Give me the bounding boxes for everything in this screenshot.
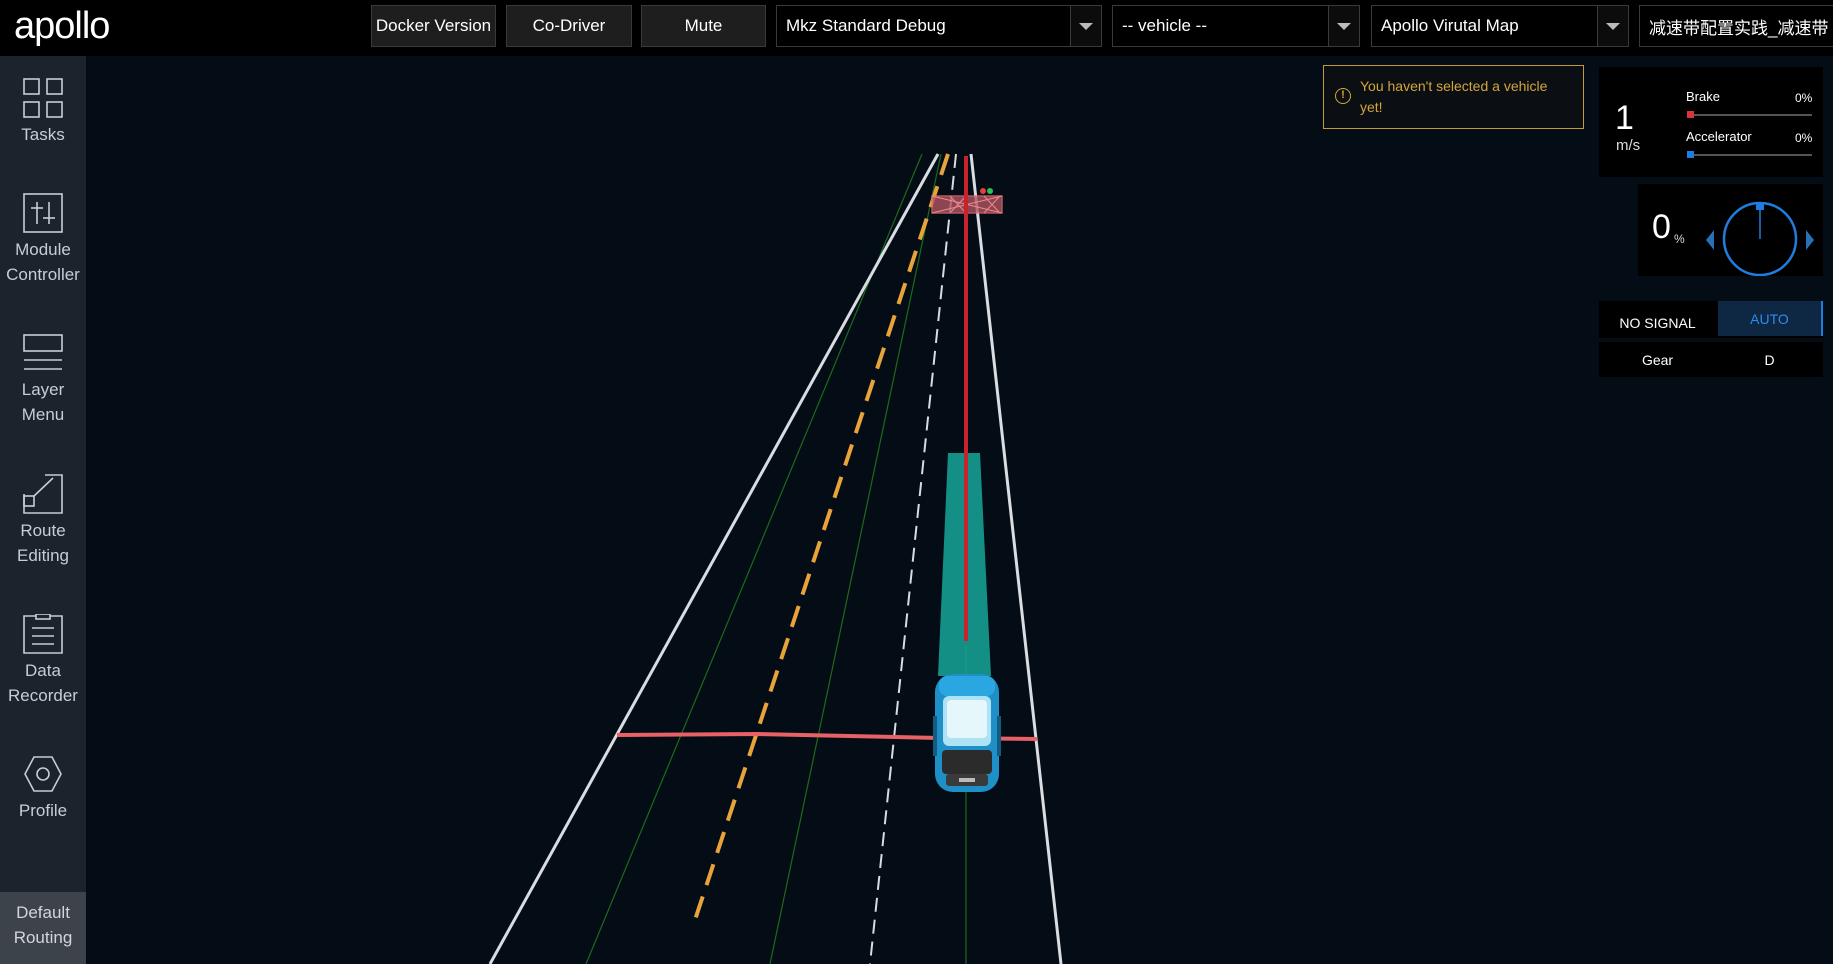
turn-left-indicator-icon [1706,230,1714,250]
sidebar-item-label: Profile [18,801,68,820]
default-routing-label: Default Routing [13,903,73,947]
steering-unit: % [1674,232,1685,246]
sidebar-item-module-controller[interactable]: Module Controller [0,193,86,333]
scenario-select[interactable]: 减速带配置实践_减速带 [1639,5,1833,47]
turn-right-indicator-icon [1806,230,1814,250]
docker-version-button[interactable]: Docker Version [371,5,496,47]
sidebar-item-label: Layer Menu [21,380,65,424]
brake-label: Brake [1686,89,1720,104]
clipboard-icon [23,614,63,654]
speed-unit: m/s [1616,137,1641,154]
brake-bar-fill [1687,111,1694,118]
route-icon [23,474,63,514]
accelerator-value: 0% [1795,131,1813,145]
accelerator-label: Accelerator [1686,129,1752,144]
sidebar: Tasks Module Controller Layer Menu Route… [0,56,86,964]
mute-button[interactable]: Mute [641,5,766,47]
map-select-value: Apollo Virutal Map [1381,16,1519,35]
top-bar: apollo Docker Version Co-Driver Mute Mkz… [0,0,1833,56]
brake-value: 0% [1795,91,1813,105]
road-edge-left [488,153,940,964]
map-select[interactable]: Apollo Virutal Map [1371,5,1629,47]
accelerator-bar-fill [1687,151,1694,158]
apollo-logo: apollo [14,6,110,47]
chevron-down-icon [1328,6,1359,46]
sliders-icon [23,193,63,233]
steering-panel: 0 % [1638,184,1823,276]
driving-mode-badge: AUTO [1718,301,1823,336]
mode-select-value: Mkz Standard Debug [786,16,946,35]
speed-value: 1 [1615,99,1634,137]
svg-text:apollo: apollo [14,6,109,47]
sidebar-item-label: Tasks [21,125,65,144]
chevron-down-icon [1597,6,1628,46]
warning-icon: ! [1335,88,1351,104]
layers-icon [23,334,63,370]
scenario-select-value: 减速带配置实践_减速带 [1649,18,1829,38]
sidebar-item-label: Data Recorder [8,661,78,705]
steering-value: 0 [1652,208,1671,246]
sidebar-item-profile[interactable]: Profile [0,754,86,894]
sidebar-item-label: Module Controller [6,240,80,284]
co-driver-button[interactable]: Co-Driver [506,5,632,47]
default-routing-button[interactable]: Default Routing [0,892,86,964]
sidebar-item-route-editing[interactable]: Route Editing [0,474,86,614]
gear-panel: Gear D [1599,342,1823,377]
notice-text: You haven't selected a vehicle yet! [1360,78,1548,115]
lane-divider-dashed [869,153,957,964]
sidebar-item-data-recorder[interactable]: Data Recorder [0,614,86,754]
gear-value: D [1764,351,1775,368]
signal-status: NO SIGNAL [1619,314,1696,331]
lane-boundary-green [769,153,942,964]
sidebar-item-layer-menu[interactable]: Layer Menu [0,333,86,473]
ego-vehicle [933,674,1001,792]
vehicle-select[interactable]: -- vehicle -- [1112,5,1360,47]
lane-divider-yellow [691,153,950,927]
vehicle-warning-notice: ! You haven't selected a vehicle yet! [1323,65,1584,129]
vehicle-select-value: -- vehicle -- [1122,16,1208,35]
steering-wheel-icon [1706,201,1814,276]
signal-panel: NO SIGNAL AUTO [1599,301,1823,338]
mode-select[interactable]: Mkz Standard Debug [776,5,1102,47]
sidebar-item-label: Route Editing [17,521,69,565]
driving-scene-canvas[interactable] [86,56,1833,964]
gear-label: Gear [1641,351,1674,368]
accelerator-bar [1687,154,1812,156]
hexagon-icon [24,756,62,792]
grid-icon [23,78,63,118]
speed-panel: 1 m/s Brake 0% Accelerator 0% [1599,67,1823,177]
chevron-down-icon [1070,6,1101,46]
brake-bar [1687,114,1812,116]
